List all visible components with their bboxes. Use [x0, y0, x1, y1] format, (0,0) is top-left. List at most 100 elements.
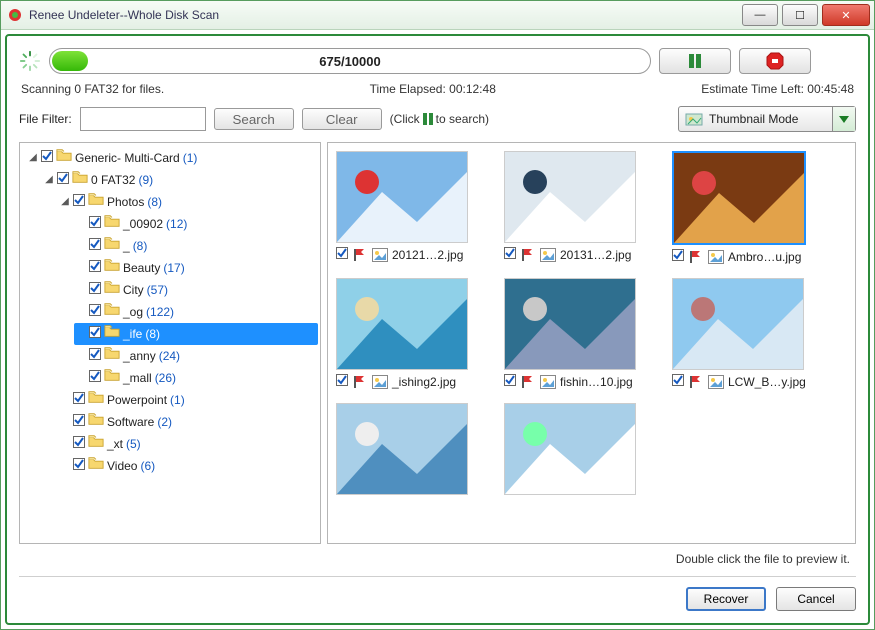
tree-checkbox[interactable]	[89, 214, 101, 234]
chevron-down-icon	[839, 116, 849, 123]
expander-icon[interactable]: ◢	[44, 175, 54, 185]
maximize-button[interactable]: ☐	[782, 4, 818, 26]
folder-icon	[104, 236, 120, 256]
tree-checkbox[interactable]	[73, 412, 85, 432]
minimize-button[interactable]: —	[742, 4, 778, 26]
tree-count: (12)	[166, 214, 187, 234]
thumbnail-item[interactable]: Ambro…u.jpg	[672, 151, 822, 264]
tree-checkbox[interactable]	[89, 302, 101, 322]
tree-checkbox[interactable]	[73, 434, 85, 454]
tree-label: Photos	[107, 192, 144, 212]
clear-button[interactable]: Clear	[302, 108, 382, 130]
thumb-checkbox[interactable]	[504, 374, 516, 389]
thumbnail-item[interactable]: 20131…2.jpg	[504, 151, 654, 264]
thumbnail-caption: _ishing2.jpg	[336, 374, 456, 389]
image-type-icon	[372, 375, 388, 389]
tree-node[interactable]: _ (8)	[74, 235, 318, 257]
thumbnail-pane: 20121…2.jpg 20131…2.jpg Ambro…u.jpg _ishing…	[327, 142, 856, 544]
tree-label: _ife	[123, 324, 142, 344]
expander-icon[interactable]: ◢	[60, 197, 70, 207]
thumb-checkbox[interactable]	[672, 374, 684, 389]
tree-checkbox[interactable]	[89, 346, 101, 366]
image-type-icon	[372, 248, 388, 262]
thumbnail-image[interactable]	[504, 278, 636, 370]
tree-node[interactable]: ◢ Generic- Multi-Card (1)	[26, 147, 318, 169]
thumbnail-image[interactable]	[336, 278, 468, 370]
view-mode-dropdown[interactable]: Thumbnail Mode	[678, 106, 856, 132]
tree-node[interactable]: _anny (24)	[74, 345, 318, 367]
tree-checkbox[interactable]	[89, 280, 101, 300]
tree-checkbox[interactable]	[73, 390, 85, 410]
filter-input[interactable]	[80, 107, 206, 131]
tree-checkbox[interactable]	[89, 324, 101, 344]
thumb-checkbox[interactable]	[336, 374, 348, 389]
thumbnail-image[interactable]	[672, 278, 804, 370]
thumbnail-scroll[interactable]: 20121…2.jpg 20131…2.jpg Ambro…u.jpg _ishing…	[328, 143, 855, 543]
thumbnail-grid: 20121…2.jpg 20131…2.jpg Ambro…u.jpg _ishing…	[336, 151, 847, 495]
tree-node[interactable]: City (57)	[74, 279, 318, 301]
tree-label: City	[123, 280, 144, 300]
tree-node[interactable]: _ife (8)	[74, 323, 318, 345]
tree-checkbox[interactable]	[89, 258, 101, 278]
tree-count: (122)	[146, 302, 174, 322]
folder-tree[interactable]: ◢Generic- Multi-Card (1)◢0 FAT32 (9)◢Pho…	[19, 142, 321, 544]
pause-button[interactable]	[659, 48, 731, 74]
tree-label: _	[123, 236, 130, 256]
thumb-checkbox[interactable]	[504, 247, 516, 262]
tree-node[interactable]: _00902 (12)	[74, 213, 318, 235]
tree-node[interactable]: Beauty (17)	[74, 257, 318, 279]
flag-icon	[520, 375, 536, 389]
tree-checkbox[interactable]	[73, 192, 85, 212]
thumb-checkbox[interactable]	[336, 247, 348, 262]
thumb-checkbox[interactable]	[672, 249, 684, 264]
view-mode-chevron[interactable]	[832, 107, 855, 131]
tree-node[interactable]: Video (6)	[58, 455, 318, 477]
thumbnail-item[interactable]: fishin…10.jpg	[504, 278, 654, 389]
tree-node[interactable]: Software (2)	[58, 411, 318, 433]
tree-count: (1)	[170, 390, 185, 410]
thumbnail-item[interactable]: _ishing2.jpg	[336, 278, 486, 389]
expander-icon[interactable]: ◢	[28, 153, 38, 163]
tree-node[interactable]: Powerpoint (1)	[58, 389, 318, 411]
thumbnail-image[interactable]	[336, 151, 468, 243]
thumbnail-image[interactable]	[672, 151, 806, 245]
tree-node[interactable]: _xt (5)	[58, 433, 318, 455]
tree-checkbox[interactable]	[57, 170, 69, 190]
tree-checkbox[interactable]	[41, 148, 53, 168]
thumbnail-filename: Ambro…u.jpg	[728, 250, 801, 264]
filter-row: File Filter: Search Clear (Click to sear…	[19, 106, 856, 132]
tree-node[interactable]: _og (122)	[74, 301, 318, 323]
pause-icon	[687, 53, 703, 69]
tree-label: _xt	[107, 434, 123, 454]
image-type-icon	[540, 248, 556, 262]
thumbnail-item[interactable]: 20121…2.jpg	[336, 151, 486, 264]
thumbnail-image[interactable]	[504, 151, 636, 243]
tree-node[interactable]: ◢Photos (8)	[58, 191, 318, 213]
thumbnail-image[interactable]	[504, 403, 636, 495]
tree-label: Generic- Multi-Card	[75, 148, 180, 168]
thumbnail-filename: fishin…10.jpg	[560, 375, 633, 389]
window-controls: — ☐ ✕	[738, 4, 870, 26]
thumbnail-item[interactable]	[336, 403, 486, 495]
folder-icon	[88, 390, 104, 410]
tree-checkbox[interactable]	[89, 368, 101, 388]
thumbnail-item[interactable]: LCW_B…y.jpg	[672, 278, 822, 389]
cancel-button[interactable]: Cancel	[776, 587, 856, 611]
recover-button[interactable]: Recover	[686, 587, 766, 611]
thumbnail-item[interactable]	[504, 403, 654, 495]
close-button[interactable]: ✕	[822, 4, 870, 26]
progress-text: 675/10000	[50, 54, 650, 69]
folder-icon	[104, 346, 120, 366]
thumbnail-image[interactable]	[336, 403, 468, 495]
tree-label: _anny	[123, 346, 156, 366]
tree-node[interactable]: ◢0 FAT32 (9)	[42, 169, 318, 191]
tree-node[interactable]: _mall (26)	[74, 367, 318, 389]
stop-button[interactable]	[739, 48, 811, 74]
tree-checkbox[interactable]	[73, 456, 85, 476]
thumbnail-filename: 20121…2.jpg	[392, 248, 463, 262]
tree-checkbox[interactable]	[89, 236, 101, 256]
tree-count: (1)	[183, 148, 198, 168]
search-button[interactable]: Search	[214, 108, 294, 130]
tree-label: Powerpoint	[107, 390, 167, 410]
tree-count: (8)	[145, 324, 160, 344]
